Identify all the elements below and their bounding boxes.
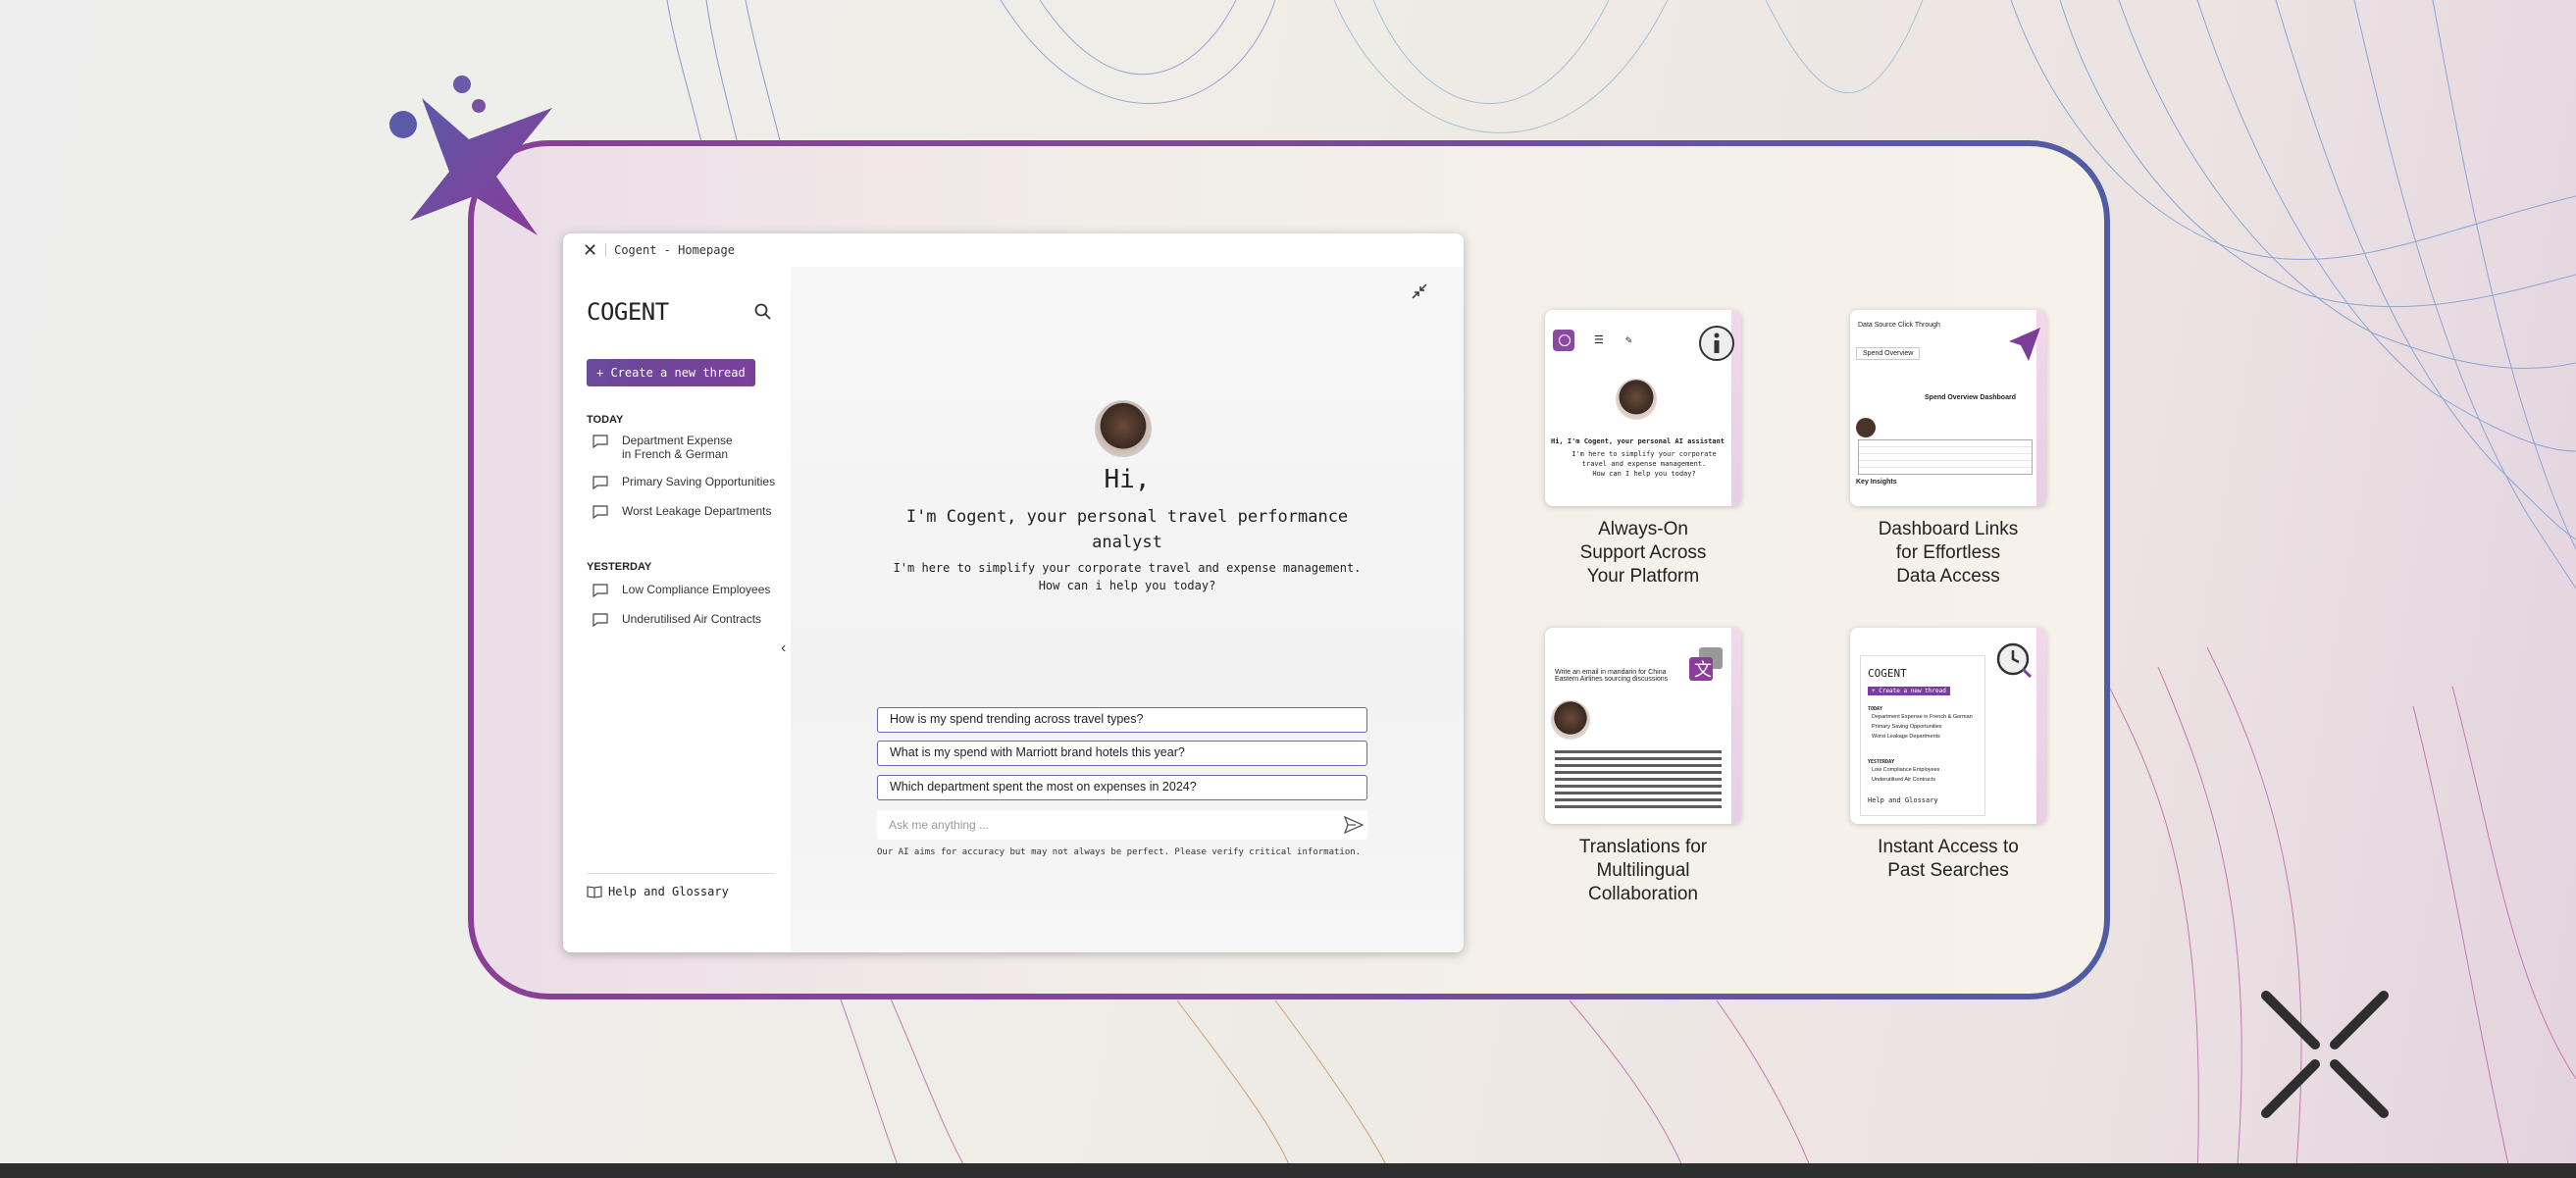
- chat-icon: [592, 613, 608, 627]
- tile-header: Data Source Click Through: [1858, 322, 1940, 329]
- assistant-avatar: [1095, 400, 1152, 457]
- chat-icon: [592, 584, 608, 597]
- app-window: ✕ Cogent - Homepage COGENT + Create a ne…: [563, 233, 1464, 952]
- thread-item[interactable]: Underutilised Air Contracts: [592, 612, 779, 627]
- tile-yesterday: YESTERDAY: [1868, 759, 1895, 765]
- edit-icon: ✎: [1625, 333, 1632, 346]
- thread-item[interactable]: Primary Saving Opportunities: [592, 475, 779, 489]
- disclaimer: Our AI aims for accuracy but may not alw…: [877, 847, 1362, 857]
- tile-help: Help and Glossary: [1868, 796, 1938, 804]
- greeting-intro: I'm Cogent, your personal travel perform…: [905, 507, 1349, 552]
- tile-dashboard-title: Spend Overview Dashboard: [1925, 394, 2016, 401]
- tile-greeting: Hi, I'm Cogent, your personal AI assista…: [1551, 437, 1726, 445]
- greeting: Hi, I'm Cogent, your personal travel per…: [791, 465, 1464, 592]
- help-label: Help and Glossary: [608, 885, 729, 898]
- window-titlebar: ✕ Cogent - Homepage: [563, 233, 1464, 267]
- clock-search-icon: [1996, 642, 2033, 679]
- thread-label: Department Expense in French & German: [622, 434, 733, 461]
- thread-label: Underutilised Air Contracts: [622, 612, 762, 626]
- tile-insights: Key Insights: [1856, 479, 1897, 486]
- help-glossary-link[interactable]: Help and Glossary: [587, 885, 729, 898]
- tile-prompt: Write an email in mandarin for China Eas…: [1555, 669, 1669, 683]
- chat-icon: [592, 505, 608, 519]
- chat-icon: [592, 476, 608, 489]
- sidebar: COGENT + Create a new thread TODAY Depar…: [563, 267, 791, 952]
- tile-thread: Worst Leakage Departments: [1872, 734, 1940, 740]
- suggestion-chip[interactable]: What is my spend with Marriott brand hot…: [877, 741, 1367, 766]
- tile-avatar: [1856, 418, 1876, 437]
- tile-tab: Spend Overview: [1856, 347, 1921, 360]
- tile-table: [1858, 439, 2033, 475]
- feature-caption: Instant Access to Past Searches: [1878, 837, 2019, 881]
- translate-icon: 文: [1689, 647, 1723, 681]
- tile-new-thread: + Create a new thread: [1868, 687, 1950, 695]
- sidebar-divider: [587, 873, 775, 874]
- greeting-hi: Hi,: [1104, 465, 1151, 494]
- thread-item[interactable]: Worst Leakage Departments: [592, 504, 779, 519]
- suggestion-chip[interactable]: Which department spent the most on expen…: [877, 775, 1367, 800]
- greeting-sub: I'm here to simplify your corporate trav…: [893, 561, 1362, 592]
- tile-thread: Primary Saving Opportunities: [1872, 724, 1942, 730]
- question-icon: [1559, 334, 1571, 346]
- info-icon: [1699, 326, 1734, 361]
- collapse-sidebar-icon[interactable]: ‹: [781, 640, 786, 657]
- thread-label: Primary Saving Opportunities: [622, 475, 776, 488]
- group-label-today: TODAY: [587, 414, 624, 426]
- window-close-icon[interactable]: ✕: [583, 240, 597, 261]
- feature-caption: Translations for Multilingual Collaboratio…: [1578, 837, 1708, 904]
- tile-accent-strip: [1731, 628, 1741, 824]
- thread-label: Low Compliance Employees: [622, 583, 771, 596]
- tile-chinese-text: [1555, 747, 1722, 812]
- thread-item[interactable]: Low Compliance Employees: [592, 583, 779, 597]
- tile-thread: Department Expense in French & German: [1872, 714, 1973, 720]
- chat-input[interactable]: Ask me anything ...: [877, 810, 1367, 840]
- create-thread-button[interactable]: + Create a new thread: [587, 359, 755, 386]
- tile-thread: Underutilised Air Contracts: [1872, 777, 1936, 783]
- tile-avatar: [1616, 379, 1657, 420]
- minimize-icon[interactable]: [1411, 282, 1428, 300]
- feature-caption: Dashboard Links for Effortless Data Access: [1878, 519, 2019, 587]
- tile-today: TODAY: [1868, 706, 1883, 712]
- book-icon: [587, 886, 602, 898]
- thread-item[interactable]: Department Expense in French & German: [592, 434, 779, 461]
- tile-avatar: [1551, 700, 1590, 740]
- tile-thread: Low Compliance Employees: [1872, 767, 1940, 773]
- tile-greeting-sub: I'm here to simplify your corporate trave…: [1571, 450, 1717, 478]
- tile-accent-strip: [2036, 628, 2046, 824]
- suggestion-chip[interactable]: How is my spend trending across travel t…: [877, 707, 1367, 733]
- brand-logo: COGENT: [587, 298, 669, 326]
- tile-brand: COGENT: [1868, 667, 1907, 680]
- bottom-bar: [0, 1163, 2576, 1178]
- close-x-icon: [2261, 991, 2389, 1118]
- chat-icon: [592, 435, 608, 448]
- cogent-logo-icon: [389, 76, 552, 235]
- group-label-yesterday: YESTERDAY: [587, 561, 652, 573]
- window-title: Cogent - Homepage: [614, 243, 735, 257]
- send-icon[interactable]: [1344, 816, 1364, 834]
- titlebar-separator: [605, 243, 607, 257]
- feature-caption: Always-On Support Across Your Platform: [1579, 519, 1707, 587]
- search-icon[interactable]: [753, 302, 773, 322]
- svg-text:文: 文: [1694, 660, 1712, 681]
- thread-label: Worst Leakage Departments: [622, 504, 772, 518]
- cursor-click-icon: [2009, 328, 2040, 361]
- search-list-icon: ☰: [1594, 333, 1604, 346]
